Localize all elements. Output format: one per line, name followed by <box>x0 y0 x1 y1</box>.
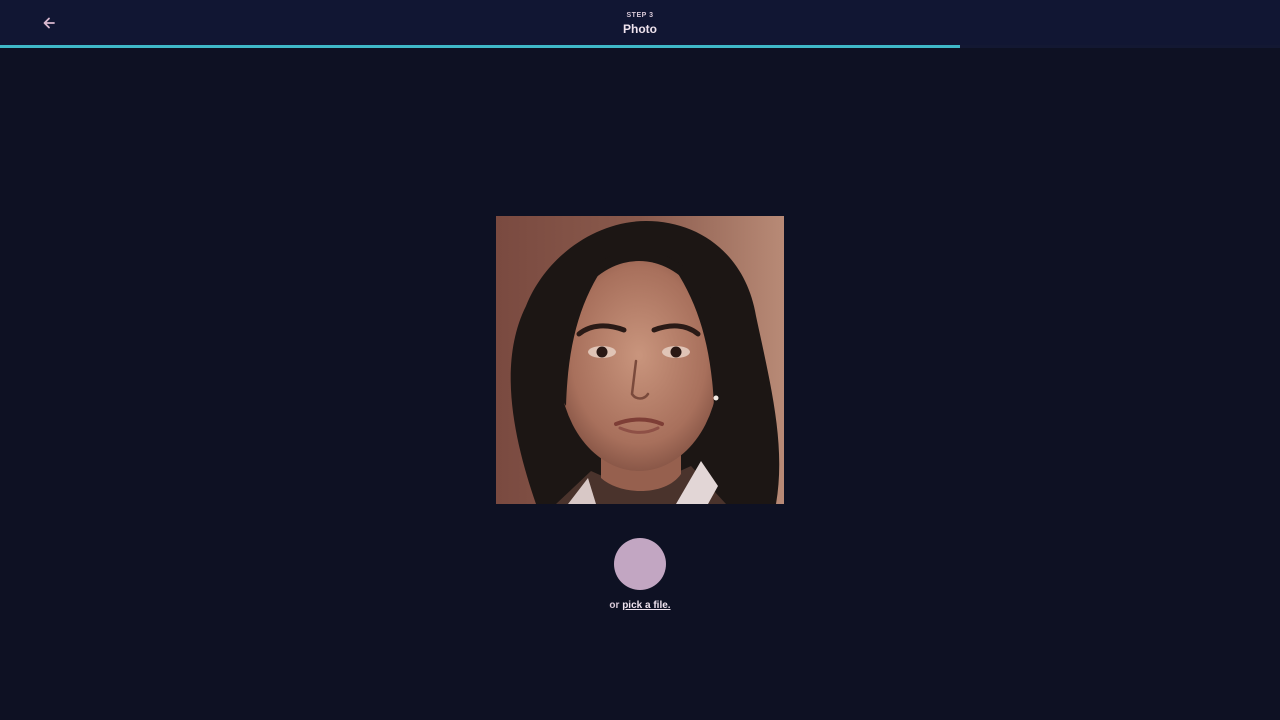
progress-bar <box>0 45 1280 48</box>
or-label: or <box>609 600 620 611</box>
portrait-image <box>496 216 784 504</box>
pick-file-link[interactable]: pick a file. <box>622 600 670 611</box>
progress-bar-fill <box>0 45 960 48</box>
top-bar: STEP 3 Photo <box>0 0 1280 46</box>
step-label: STEP 3 <box>626 12 654 19</box>
pick-file-row: or pick a file. <box>0 600 1280 612</box>
capture-button[interactable] <box>614 538 666 590</box>
page-title: Photo <box>623 22 657 36</box>
step-header: STEP 3 Photo <box>0 11 1280 37</box>
photo-preview <box>496 216 784 504</box>
